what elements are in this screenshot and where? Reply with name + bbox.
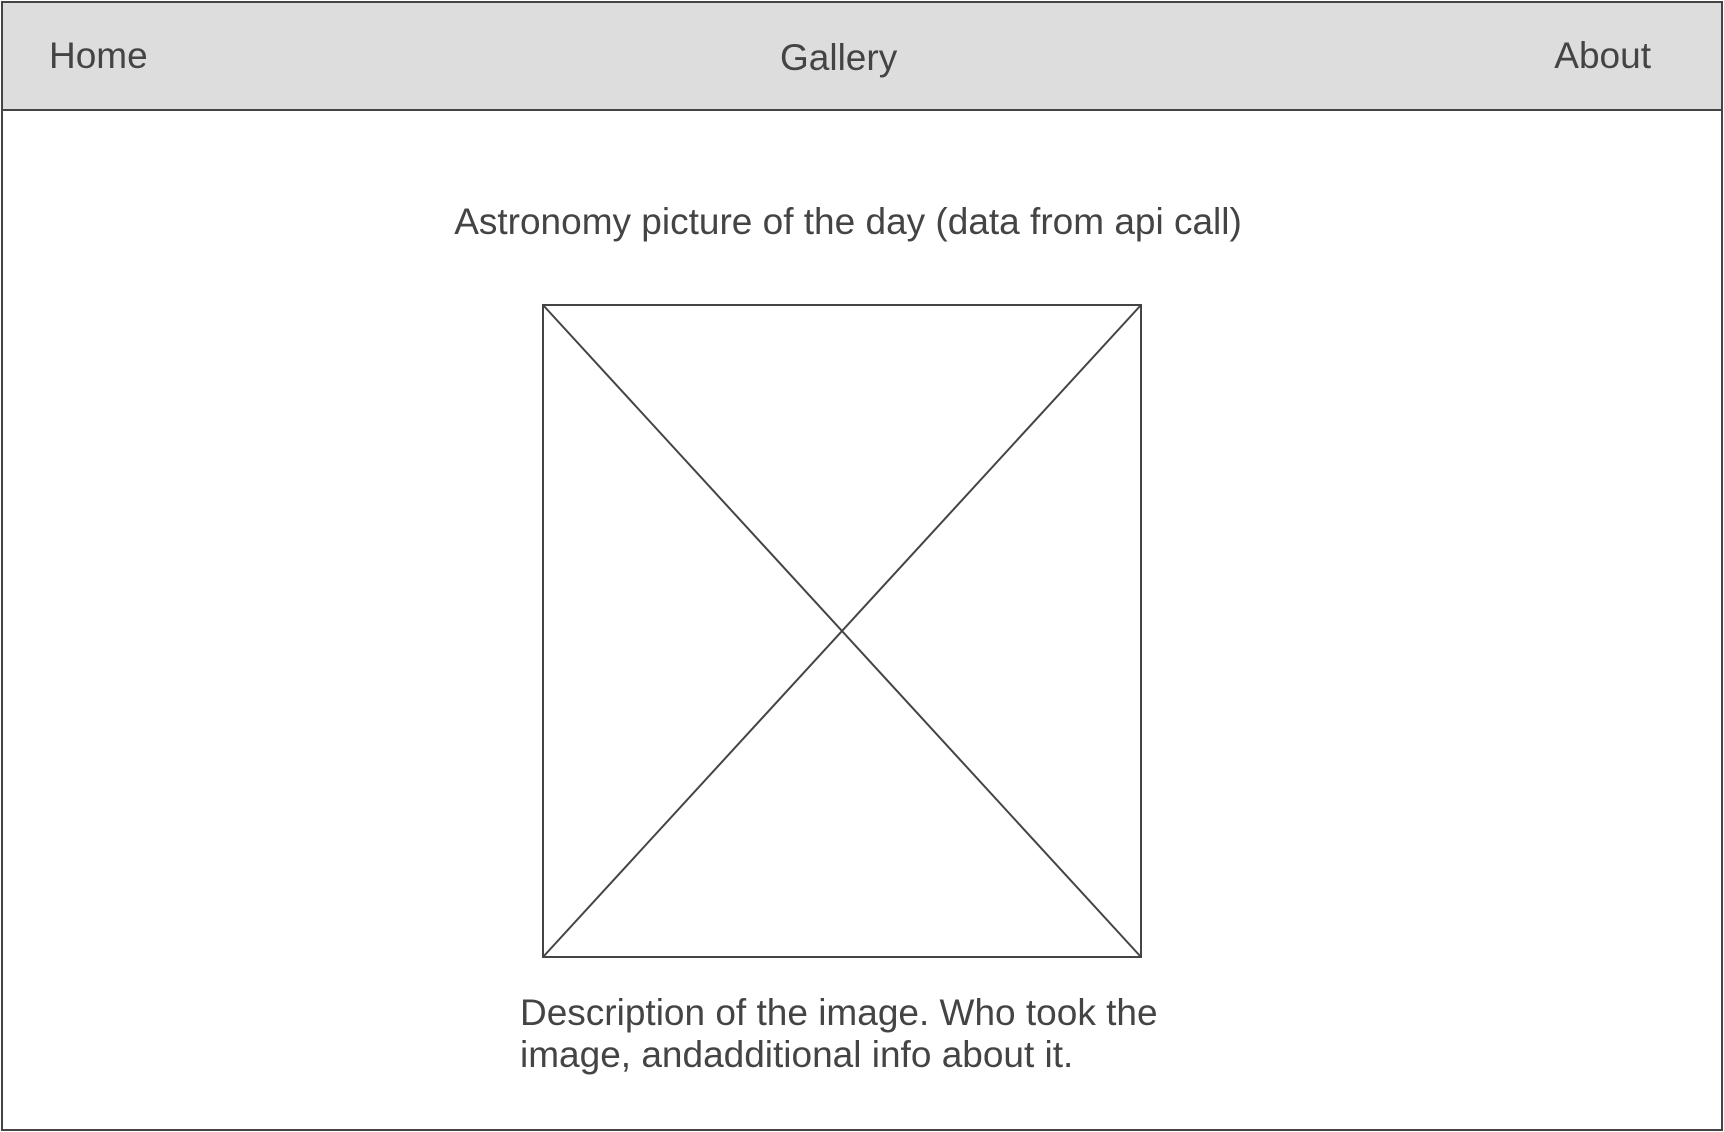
navbar: Home Gallery About <box>3 3 1721 111</box>
nav-gallery-link[interactable]: Gallery <box>780 37 897 79</box>
image-description: Description of the image. Who took the i… <box>520 992 1158 1075</box>
page-title: Astronomy picture of the day (data from … <box>454 201 1242 242</box>
image-placeholder-icon <box>542 304 1142 958</box>
app-window: Home Gallery About Astronomy picture of … <box>1 1 1723 1131</box>
nav-home-link[interactable]: Home <box>49 35 148 77</box>
image-placeholder-graphic <box>542 304 1142 958</box>
nav-about-link[interactable]: About <box>1554 35 1651 77</box>
